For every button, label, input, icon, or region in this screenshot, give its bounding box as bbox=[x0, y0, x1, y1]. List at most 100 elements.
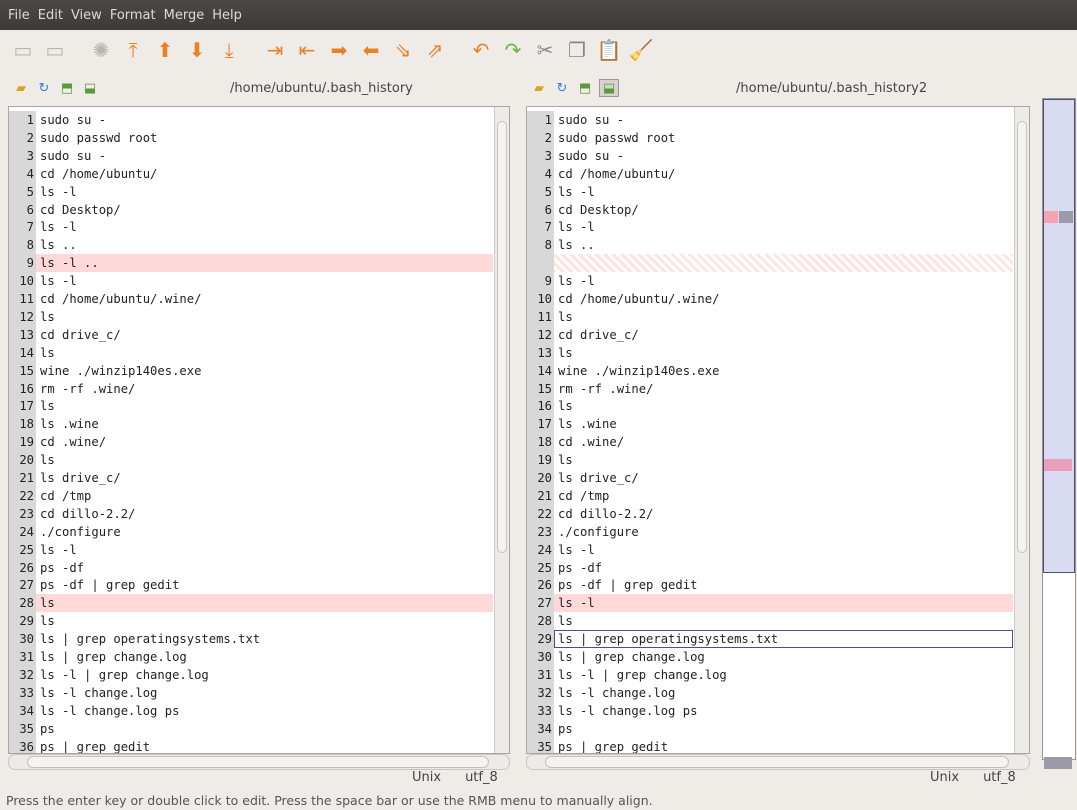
text-line[interactable]: 23 cd dillo-2.2/ bbox=[9, 504, 493, 523]
left-diff-pane[interactable]: 1 sudo su -2 sudo passwd root 3 sudo su -4 cd… bbox=[8, 106, 510, 754]
text-line[interactable]: 23 ./configure bbox=[527, 522, 1013, 541]
text-line[interactable]: 4 cd /home/ubuntu/ bbox=[527, 164, 1013, 183]
text-line[interactable]: 18 cd .wine/ bbox=[527, 433, 1013, 452]
text-line[interactable]: 12 cd drive_c/ bbox=[527, 325, 1013, 344]
text-line[interactable]: 35 ps | grep gedit bbox=[527, 737, 1013, 754]
text-line[interactable]: 25 ps -df bbox=[527, 558, 1013, 577]
line-text[interactable]: sudo su - bbox=[554, 111, 1013, 129]
text-line[interactable]: 18 ls .wine bbox=[9, 415, 493, 434]
text-line[interactable]: 14 wine ./winzip140es.exe bbox=[527, 361, 1013, 380]
line-text[interactable]: ls -l bbox=[36, 183, 493, 201]
refresh-icon[interactable]: ↻ bbox=[553, 80, 571, 96]
line-text[interactable]: rm -rf .wine/ bbox=[554, 380, 1013, 398]
move-first-change-icon[interactable]: ⤒ bbox=[120, 37, 146, 63]
line-text[interactable]: ls -l | grep change.log bbox=[554, 666, 1013, 684]
line-text[interactable]: ls -l bbox=[36, 541, 493, 559]
line-text[interactable]: ls -l .. bbox=[36, 254, 493, 273]
line-text[interactable]: ls -l change.log bbox=[554, 684, 1013, 702]
menu-merge[interactable]: Merge bbox=[160, 8, 209, 23]
right-horizontal-scrollbar[interactable] bbox=[526, 754, 1030, 770]
line-text[interactable]: ls bbox=[36, 612, 493, 630]
line-text[interactable]: ls bbox=[36, 451, 493, 469]
link-map-change-marker[interactable] bbox=[1044, 211, 1058, 223]
copy-right-arrow-icon[interactable]: ➡ bbox=[326, 37, 352, 63]
text-line[interactable]: 20 ls bbox=[9, 451, 493, 470]
text-line[interactable]: 25 ls -l bbox=[9, 540, 493, 559]
line-text[interactable]: ls -l change.log ps bbox=[36, 702, 493, 720]
text-line[interactable]: 24 ./configure bbox=[9, 522, 493, 541]
text-line[interactable]: 14 ls bbox=[9, 343, 493, 362]
line-text[interactable]: ls bbox=[36, 308, 493, 326]
open-icon[interactable]: ▰ bbox=[530, 80, 548, 96]
text-line[interactable]: 22 cd /tmp bbox=[9, 486, 493, 505]
text-line[interactable]: 21 ls drive_c/ bbox=[9, 469, 493, 487]
menu-file[interactable]: File bbox=[0, 8, 34, 23]
line-text[interactable]: ls -l bbox=[554, 272, 1013, 290]
new-file-icon[interactable]: ▭ bbox=[10, 37, 36, 63]
line-text[interactable]: ls drive_c/ bbox=[36, 469, 493, 487]
text-line[interactable]: 26 ps -df | grep gedit bbox=[527, 576, 1013, 595]
move-last-change-icon[interactable]: ⤓ bbox=[216, 37, 242, 63]
line-text[interactable]: wine ./winzip140es.exe bbox=[36, 362, 493, 380]
left-vertical-scrollbar[interactable] bbox=[494, 107, 509, 753]
text-line[interactable]: 29 ls bbox=[9, 612, 493, 631]
line-text[interactable]: ps -df | grep gedit bbox=[36, 576, 493, 594]
line-text[interactable]: cd dillo-2.2/ bbox=[36, 505, 493, 523]
cut-icon[interactable]: ✂ bbox=[532, 37, 558, 63]
copy-left-icon[interactable]: ⬅ bbox=[358, 37, 384, 63]
text-line[interactable]: 19 cd .wine/ bbox=[9, 433, 493, 452]
line-text[interactable]: ls .wine bbox=[554, 415, 1013, 433]
line-text[interactable]: ps | grep gedit bbox=[554, 738, 1013, 754]
text-line[interactable]: 30 ls | grep operatingsystems.txt bbox=[9, 630, 493, 649]
line-text[interactable]: cd Desktop/ bbox=[554, 201, 1013, 219]
line-text[interactable]: ls bbox=[554, 344, 1013, 362]
line-text[interactable]: sudo su - bbox=[554, 147, 1013, 165]
text-line[interactable]: 16 ls bbox=[527, 397, 1013, 416]
text-line[interactable]: 7 ls -l bbox=[9, 218, 493, 237]
line-text[interactable]: cd Desktop/ bbox=[36, 201, 493, 219]
line-text[interactable]: cd .wine/ bbox=[554, 433, 1013, 451]
text-line[interactable]: 29 ls | grep operatingsystems.txt bbox=[527, 630, 1013, 649]
line-text[interactable]: ps bbox=[554, 720, 1013, 738]
line-text[interactable]: ./configure bbox=[36, 523, 493, 541]
text-line[interactable]: 13 ls bbox=[527, 343, 1013, 362]
link-map-change-marker[interactable] bbox=[1059, 211, 1073, 223]
link-map-change-marker[interactable] bbox=[1044, 459, 1072, 471]
text-line[interactable]: 16 rm -rf .wine/ bbox=[9, 379, 493, 398]
changed-line[interactable]: 27 ls -l bbox=[527, 594, 1013, 613]
line-text[interactable]: ls | grep change.log bbox=[554, 648, 1013, 666]
line-text[interactable]: ls bbox=[554, 451, 1013, 469]
line-text[interactable]: sudo passwd root bbox=[36, 129, 493, 147]
text-line[interactable]: 6 cd Desktop/ bbox=[9, 200, 493, 219]
text-line[interactable]: 5 ls -l bbox=[9, 182, 493, 201]
line-text[interactable]: ls bbox=[36, 344, 493, 362]
menu-edit[interactable]: Edit bbox=[34, 8, 67, 23]
line-text[interactable]: cd .wine/ bbox=[36, 433, 493, 451]
menu-view[interactable]: View bbox=[67, 8, 106, 23]
save-as-icon[interactable]: ⬓ bbox=[81, 80, 99, 96]
line-text[interactable]: ps -df bbox=[554, 559, 1013, 577]
text-line[interactable]: 33 ls -l change.log bbox=[9, 683, 493, 702]
line-text[interactable]: ps -df bbox=[36, 559, 493, 577]
save-icon[interactable]: ⬒ bbox=[576, 80, 594, 96]
line-text[interactable]: ps | grep gedit bbox=[36, 738, 493, 754]
line-text[interactable]: ls -l bbox=[554, 594, 1013, 613]
text-line[interactable]: 6 cd Desktop/ bbox=[527, 200, 1013, 219]
text-line[interactable]: 15 wine ./winzip140es.exe bbox=[9, 361, 493, 380]
text-line[interactable]: 30 ls | grep change.log bbox=[527, 648, 1013, 666]
open-icon[interactable]: ▰ bbox=[12, 80, 30, 96]
paste-icon[interactable]: 📋 bbox=[596, 37, 622, 63]
save-icon[interactable]: ⬒ bbox=[58, 80, 76, 96]
link-map-change-marker[interactable] bbox=[1044, 757, 1072, 769]
line-text[interactable]: ./configure bbox=[554, 523, 1013, 541]
text-line[interactable]: 34 ps bbox=[527, 719, 1013, 738]
clear-icon[interactable]: 🧹 bbox=[628, 37, 654, 63]
line-text[interactable]: ls -l change.log bbox=[36, 684, 493, 702]
line-text[interactable]: ls bbox=[36, 594, 493, 613]
line-text[interactable]: cd /home/ubuntu/.wine/ bbox=[36, 290, 493, 308]
changed-line[interactable]: 28 ls bbox=[9, 594, 493, 613]
line-text[interactable]: cd /tmp bbox=[554, 487, 1013, 505]
left-horizontal-scroll-thumb[interactable] bbox=[27, 756, 489, 768]
copy-icon[interactable]: ❐ bbox=[564, 37, 590, 63]
link-map-viewport[interactable] bbox=[1043, 99, 1075, 573]
